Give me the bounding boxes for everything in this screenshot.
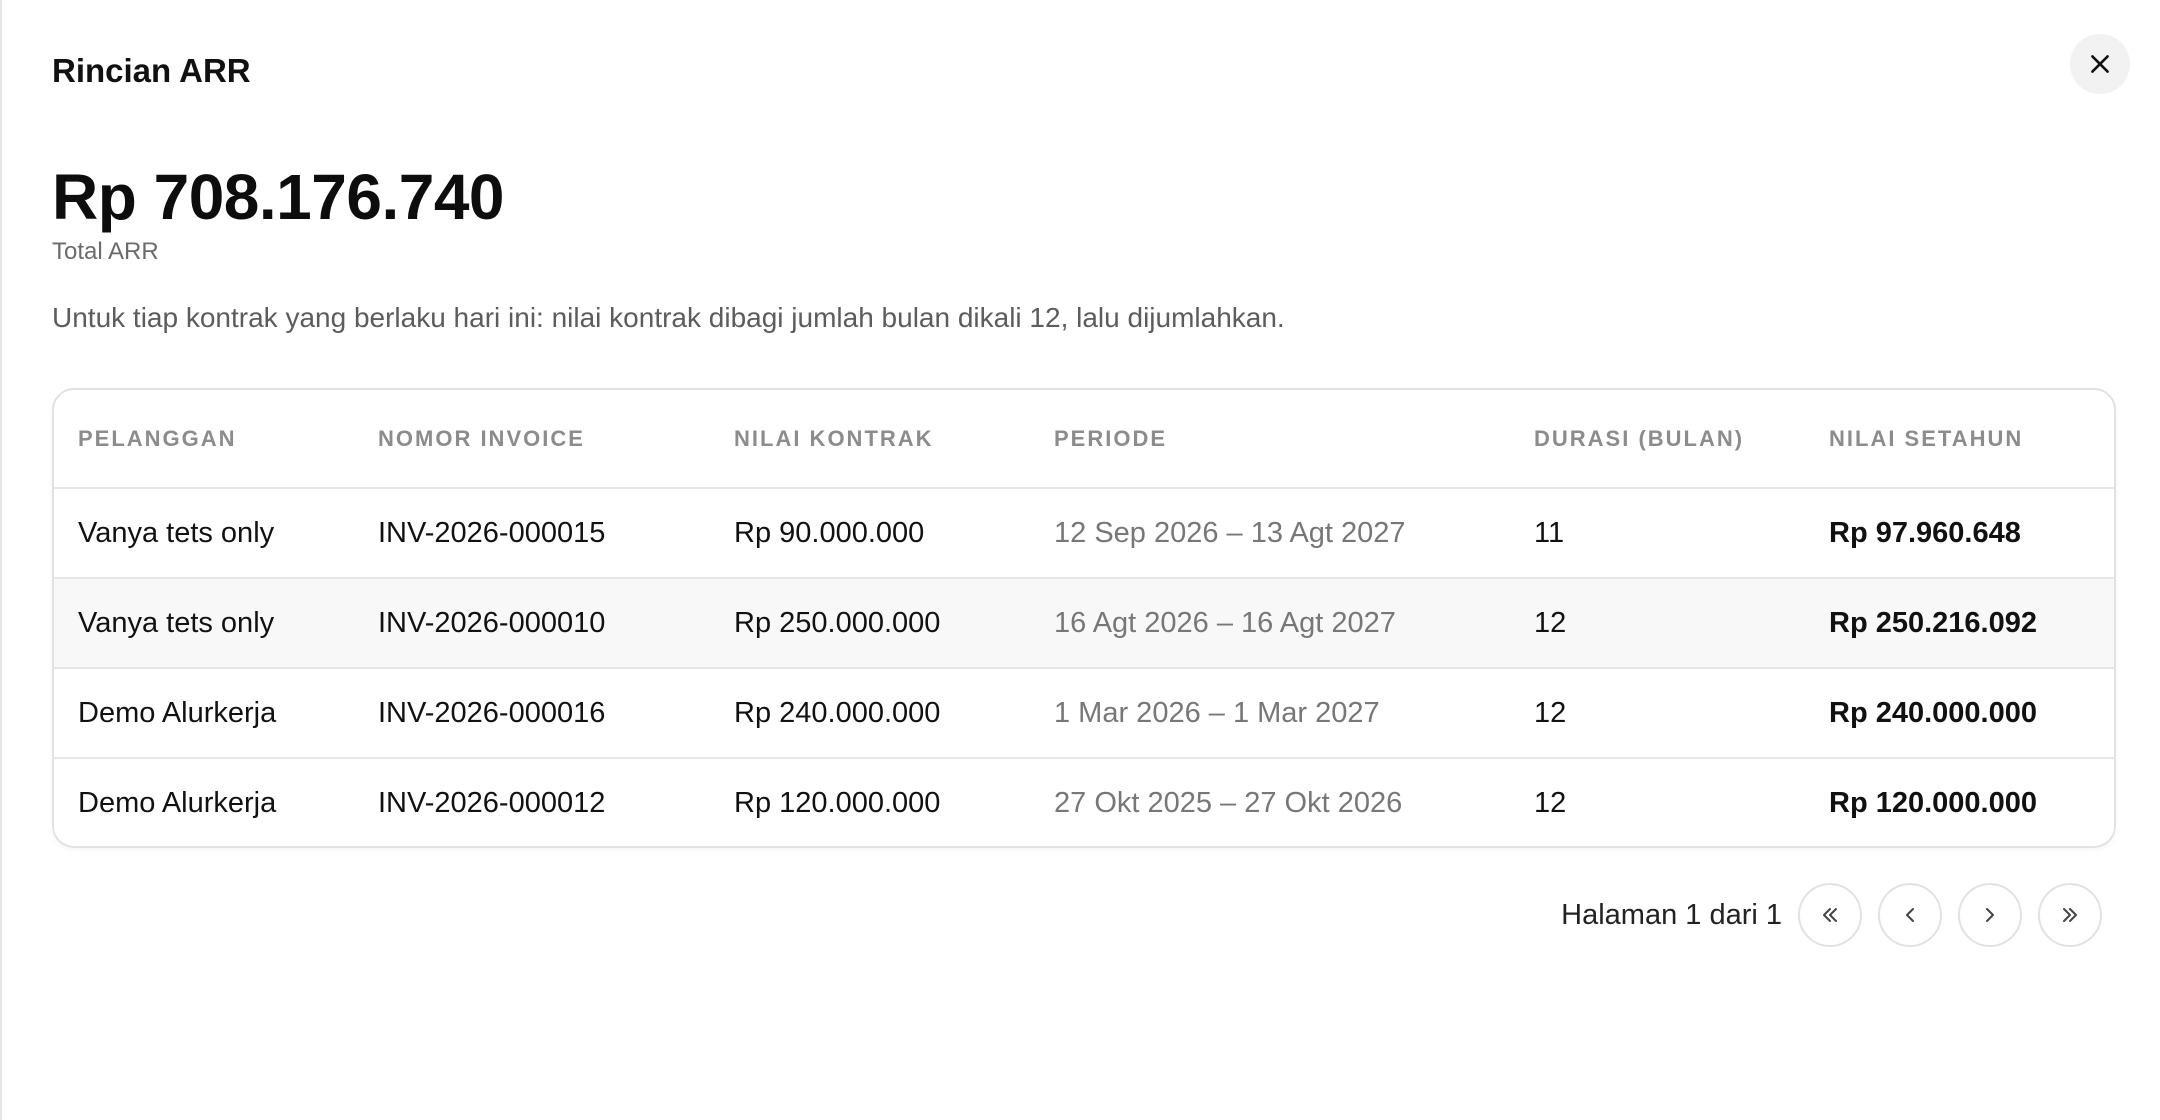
next-page-button[interactable] (1958, 883, 2022, 947)
cell-period: 12 Sep 2026 – 13 Agt 2027 (1030, 488, 1510, 579)
cell-duration: 12 (1510, 578, 1805, 669)
cell-duration: 12 (1534, 787, 1567, 819)
chevron-left-icon (1906, 908, 1914, 922)
cell-contract-value: Rp 90.000.000 (710, 488, 1030, 579)
arr-table: PELANGGAN NOMOR INVOICE NILAI KONTRAK PE… (54, 390, 2114, 846)
arr-table-card: PELANGGAN NOMOR INVOICE NILAI KONTRAK PE… (52, 388, 2116, 848)
cell-invoice: INV-2026-000010 (354, 578, 710, 669)
last-page-button[interactable] (2038, 883, 2102, 947)
calculation-description: Untuk tiap kontrak yang berlaku hari ini… (52, 302, 1285, 333)
col-header-customer[interactable]: PELANGGAN (54, 390, 354, 489)
table-header-row: PELANGGAN NOMOR INVOICE NILAI KONTRAK PE… (54, 390, 2114, 489)
cell-period: 16 Agt 2026 – 16 Agt 2027 (1030, 578, 1510, 669)
close-button[interactable] (2070, 34, 2130, 94)
cell-duration: 11 (1510, 488, 1805, 579)
arr-detail-modal: Rincian ARR Rp 708.176.740 Total ARR Unt… (0, 0, 2160, 1120)
cell-invoice: INV-2026-000016 (354, 668, 710, 759)
cell-invoice: INV-2026-000012 (378, 787, 606, 819)
cell-annual-value: Rp 240.000.000 (1805, 668, 2114, 759)
pagination-label: Halaman 1 dari 1 (1561, 898, 1782, 931)
modal-title: Rincian ARR (52, 52, 251, 89)
cell-customer: Demo Alurkerja (54, 668, 354, 759)
first-page-button[interactable] (1798, 883, 1862, 947)
cell-customer: Demo Alurkerja (78, 787, 277, 819)
cell-contract-value: Rp 250.000.000 (710, 578, 1030, 669)
total-arr-value: Rp 708.176.740 (52, 161, 505, 233)
cell-contract-value: Rp 240.000.000 (710, 668, 1030, 759)
table-row[interactable]: Demo Alurkerja INV-2026-000016 Rp 240.00… (54, 668, 2114, 759)
chevrons-right-icon (2063, 908, 2077, 922)
chevron-right-icon (1986, 908, 1994, 922)
cell-annual-value: Rp 120.000.000 (1829, 787, 2037, 819)
table-row[interactable]: Vanya tets only INV-2026-000010 Rp 250.0… (54, 578, 2114, 669)
table-row[interactable]: Demo Alurkerja INV-2026-000012 Rp 120.00… (54, 758, 2114, 846)
col-header-invoice[interactable]: NOMOR INVOICE (354, 390, 710, 489)
cell-annual-value: Rp 250.216.092 (1805, 578, 2114, 669)
cell-customer: Vanya tets only (54, 488, 354, 579)
pagination: Halaman 1 dari 1 (1561, 883, 2102, 947)
col-header-contract-value[interactable]: NILAI KONTRAK (710, 390, 1030, 489)
cell-period: 1 Mar 2026 – 1 Mar 2027 (1030, 668, 1510, 759)
col-header-period[interactable]: PERIODE (1030, 390, 1510, 489)
col-header-duration[interactable]: DURASI (BULAN) (1510, 390, 1805, 489)
cell-invoice: INV-2026-000015 (354, 488, 710, 579)
cell-duration: 12 (1510, 668, 1805, 759)
cell-period: 27 Okt 2025 – 27 Okt 2026 (1054, 787, 1403, 819)
cell-annual-value: Rp 97.960.648 (1805, 488, 2114, 579)
col-header-annual-value[interactable]: NILAI SETAHUN (1805, 390, 2114, 489)
table-row[interactable]: Vanya tets only INV-2026-000015 Rp 90.00… (54, 488, 2114, 579)
chevrons-left-icon (1823, 908, 1837, 922)
total-arr-label: Total ARR (52, 238, 159, 265)
cell-contract-value: Rp 120.000.000 (734, 787, 941, 819)
previous-page-button[interactable] (1878, 883, 1942, 947)
close-icon (2091, 55, 2109, 73)
cell-customer: Vanya tets only (54, 578, 354, 669)
